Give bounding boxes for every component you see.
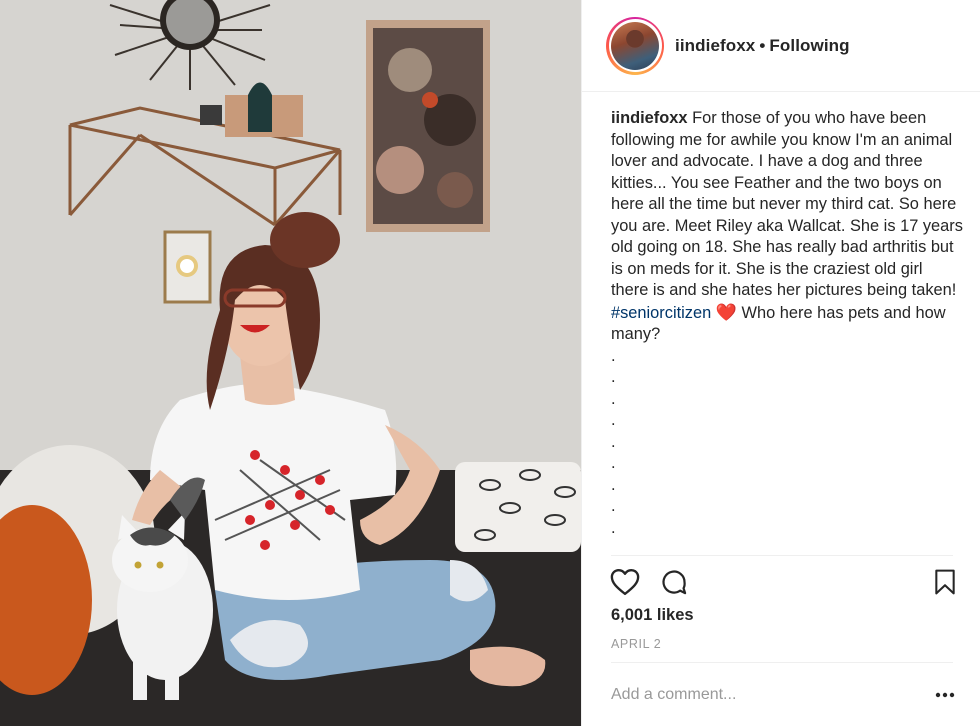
caption-dot-line: . [611,475,616,494]
bookmark-icon [935,569,955,595]
comment-button[interactable] [658,566,690,598]
action-bar [609,566,955,600]
caption-dot-line: . [611,346,616,365]
hashtag-link[interactable]: #seniorcitizen [611,304,711,322]
caption-dot-lines: . . . . . . . . . [611,346,963,540]
caption-dot-line: . [611,411,616,429]
caption-dot-line: . [611,368,616,386]
save-button[interactable] [929,566,961,598]
avatar[interactable] [611,21,659,70]
caption-text-part-1: For those of you who have been following… [611,109,963,299]
caption-dot-line: . [611,518,616,537]
avatar-frame [608,19,662,72]
avatar-story-ring[interactable] [606,16,664,75]
caption-username[interactable]: iindiefoxx [611,109,688,127]
actions-divider [611,555,953,556]
add-comment-section [611,662,955,726]
caption-dot-line: . [611,389,616,408]
caption-dot-line: . [611,432,616,451]
like-button[interactable] [609,566,641,598]
post-date[interactable]: April 2 [611,637,661,651]
post-caption: iindiefoxx For those of you who have bee… [611,108,963,539]
heart-outline-icon [610,568,640,596]
header-username[interactable]: iindiefoxx [675,36,755,55]
caption-dot-line: . [611,497,616,515]
more-options-button[interactable] [931,685,959,705]
post-header: iindiefoxx • Following [582,0,980,92]
likes-count[interactable]: 6,001 likes [611,606,694,625]
caption-dot-line: . [611,454,616,472]
speech-bubble-icon [662,570,687,595]
red-heart-emoji: ❤️ [715,302,737,322]
post-photo[interactable] [0,0,581,726]
instagram-post: iindiefoxx • Following iindiefoxx For thos… [0,0,980,726]
comment-input[interactable] [611,685,911,704]
header-separator: • [759,35,766,55]
following-button[interactable]: Following [769,36,849,55]
header-user-line: iindiefoxx • Following [675,36,850,56]
post-detail-panel: iindiefoxx • Following iindiefoxx For thos… [581,0,980,726]
photo-illustration [0,0,581,726]
ellipsis-icon [935,692,955,698]
